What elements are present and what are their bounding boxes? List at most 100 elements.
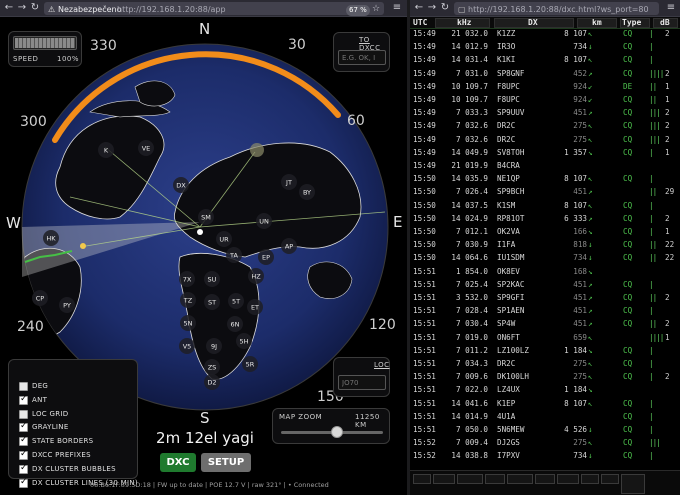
reload-icon[interactable]: ↻ [29, 2, 41, 14]
forward-icon[interactable]: → [16, 2, 28, 14]
spot-row[interactable]: 15:49 7 032.6 DR2C 275 ↖ CQ ||| 2 [410, 121, 680, 132]
spot-row[interactable]: 15:50 7 026.4 SP9BCH 451 ↗ || 29 [410, 187, 680, 198]
khz-header[interactable]: kHz [457, 18, 471, 27]
layer-checkbox[interactable] [19, 394, 28, 405]
spot-row[interactable]: 15:50 7 030.9 I1FA 818 ↓ CQ || 22 [410, 240, 680, 251]
spot-row[interactable]: 15:49 10 109.7 F8UPC 924 ↙ DE || 1 [410, 82, 680, 93]
spot-direction: ↗ [588, 213, 593, 223]
layer-checkbox[interactable] [19, 435, 28, 447]
spot-distance: 734 [573, 451, 587, 461]
spot-row[interactable]: 15:49 7 033.3 SP9UUV 451 ↗ CQ ||| 2 [410, 108, 680, 119]
map-zoom-thumb[interactable] [331, 426, 344, 438]
spot-direction: ↖ [588, 200, 593, 210]
layer-toggle[interactable]: LOC GRID [19, 409, 179, 421]
spot-row[interactable]: 15:51 7 011.2 LZ100LZ 1 184 ↘ CQ | [410, 346, 680, 357]
layer-checkbox[interactable] [19, 449, 28, 460]
spot-frequency: 7 012.1 [455, 227, 488, 236]
spot-direction: ↓ [588, 42, 593, 52]
forward-icon[interactable]: → [426, 2, 438, 14]
spot-row[interactable]: 15:49 14 049.9 SV8TOH 1 357 ↘ CQ | 1 [410, 148, 680, 159]
spot-row[interactable]: 15:51 14 041.6 K1EP 8 107 ↖ CQ | [410, 399, 680, 410]
loc-label: LOC [374, 361, 390, 369]
spot-type: CQ [623, 425, 633, 434]
spot-row[interactable]: 15:51 7 009.6 DK100LH 275 ↖ CQ | 2 [410, 372, 680, 383]
spot-row[interactable]: 15:50 14 037.5 K1SM 8 107 ↖ CQ | [410, 201, 680, 212]
dxc-button[interactable]: DXC [160, 453, 196, 472]
layer-checkbox[interactable] [19, 477, 28, 488]
spot-row[interactable]: 15:51 14 014.9 4U1A CQ | [410, 412, 680, 423]
zoom-badge[interactable]: 67 % [346, 5, 370, 16]
spot-row[interactable]: 15:51 7 025.4 SP2KAC 451 ↗ CQ | [410, 280, 680, 291]
reload-icon[interactable]: ↻ [439, 2, 451, 14]
layer-toggle[interactable]: DEG [19, 382, 179, 393]
footer-control[interactable] [601, 474, 619, 484]
spot-frequency: 7 025.4 [455, 279, 488, 289]
layer-checkbox[interactable] [19, 421, 28, 433]
spot-row[interactable]: 15:51 7 019.0 ON6FT 659 ↖ |||| 1 [410, 333, 680, 344]
back-icon[interactable]: ← [413, 2, 425, 14]
spot-signal-bars: | [649, 200, 653, 210]
spot-row[interactable]: 15:49 21 019.9 B4CRA [410, 161, 680, 172]
spot-type: CQ [623, 319, 633, 329]
spot-row[interactable]: 15:51 7 030.4 SP4W 451 ↗ CQ || 2 [410, 319, 680, 330]
setup-button[interactable]: SETUP [201, 453, 251, 472]
page-info-icon[interactable]: ▢ [458, 5, 466, 14]
spot-row[interactable]: 15:49 10 109.7 F8UPC 924 ↙ CQ || 1 [410, 95, 680, 106]
footer-control[interactable] [507, 474, 533, 484]
insecure-icon[interactable]: ⚠ [48, 5, 55, 14]
spot-row[interactable]: 15:49 7 032.6 DR2C 275 ↖ CQ ||| 2 [410, 135, 680, 146]
footer-control[interactable] [557, 474, 579, 484]
spot-direction: ↖ [588, 398, 593, 408]
layer-checkbox[interactable] [19, 382, 28, 391]
dx-header[interactable]: DX [528, 18, 538, 27]
type-header[interactable]: Type [622, 18, 641, 27]
footer-control[interactable] [433, 474, 455, 484]
spot-utc: 15:51 [413, 293, 436, 302]
spot-row[interactable]: 15:52 14 038.8 I7PXV 734 ↓ CQ | [410, 451, 680, 462]
speed-panel: SPEED 100% [8, 31, 82, 67]
locator-input[interactable] [338, 375, 386, 390]
menu-icon[interactable]: ≡ [391, 2, 403, 14]
menu-icon[interactable]: ≡ [665, 2, 677, 14]
spot-row[interactable]: 15:51 7 022.0 LZ4UX 1 184 ↘ [410, 385, 680, 396]
spot-row[interactable]: 15:49 14 031.4 K1KI 8 107 ↖ CQ | [410, 55, 680, 66]
spot-row[interactable]: 15:50 14 035.9 NE1QP 8 107 ↖ CQ | [410, 174, 680, 185]
utc-header[interactable]: UTC [413, 18, 427, 27]
spot-row[interactable]: 15:51 1 854.0 OK8EV 168 ↘ [410, 267, 680, 278]
address-field[interactable]: ▢ http://192.168.1.20:88/dxc.html?ws_por… [454, 2, 659, 15]
footer-control[interactable] [485, 474, 505, 484]
footer-control[interactable] [413, 474, 431, 484]
spot-row[interactable]: 15:52 7 009.4 DJ2GS 275 ↖ CQ ||| [410, 438, 680, 449]
layer-toggle[interactable]: ANT [19, 394, 179, 407]
km-header[interactable]: km [592, 18, 602, 27]
layer-toggle[interactable]: DXCC PREFIXES [19, 449, 179, 462]
address-field[interactable]: ⚠ Nezabezpečeno http://192.168.1.20:88/a… [44, 2, 384, 16]
dxcc-input[interactable] [338, 50, 386, 65]
db-header[interactable]: dB [660, 18, 670, 27]
footer-control[interactable] [457, 474, 483, 484]
spot-row[interactable]: 15:50 14 024.9 RP81OT 6 333 ↗ CQ | 2 [410, 214, 680, 225]
layer-checkbox[interactable] [19, 463, 28, 474]
spot-callsign: F8UPC [497, 81, 520, 91]
back-icon[interactable]: ← [3, 2, 15, 14]
spot-row[interactable]: 15:50 7 012.1 OK2VA 166 ↘ CQ | 1 [410, 227, 680, 238]
spot-row[interactable]: 15:51 7 034.3 DR2C 275 ↖ CQ | [410, 359, 680, 370]
layer-toggle[interactable]: DX CLUSTER BUBBLES [19, 463, 179, 476]
spot-row[interactable]: 15:51 3 532.0 SP9GFI 451 ↗ CQ || 2 [410, 293, 680, 304]
speed-slider[interactable] [13, 36, 77, 50]
spot-row[interactable]: 15:50 14 064.6 IU1SDM 734 ↓ CQ || 22 [410, 253, 680, 264]
spot-row[interactable]: 15:49 21 032.0 K1ZZ 8 107 ↖ CQ | 2 [410, 29, 680, 40]
layer-checkbox[interactable] [19, 409, 28, 419]
security-label[interactable]: Nezabezpečeno [58, 5, 122, 14]
cluster-window: ← → ↻ ▢ http://192.168.1.20:88/dxc.html?… [410, 0, 680, 495]
spot-row[interactable]: 15:49 7 031.0 SP8GNF 452 ↗ CQ |||| 2 [410, 69, 680, 80]
page-url[interactable]: http://192.168.1.20:88/app [117, 5, 226, 14]
footer-control[interactable] [581, 474, 599, 484]
spot-row[interactable]: 15:51 7 028.4 SP1AEN 451 ↗ CQ | [410, 306, 680, 317]
spot-row[interactable]: 15:49 14 012.9 IR3O 734 ↓ CQ | [410, 42, 680, 53]
page-url[interactable]: http://192.168.1.20:88/dxc.html?ws_port=… [468, 5, 649, 14]
spot-signal-bars: ||| [649, 438, 661, 448]
footer-control[interactable] [535, 474, 555, 484]
bookmark-star-icon[interactable]: ☆ [372, 4, 380, 14]
spot-row[interactable]: 15:51 7 050.0 5N6MEW 4 526 ↓ CQ | [410, 425, 680, 436]
